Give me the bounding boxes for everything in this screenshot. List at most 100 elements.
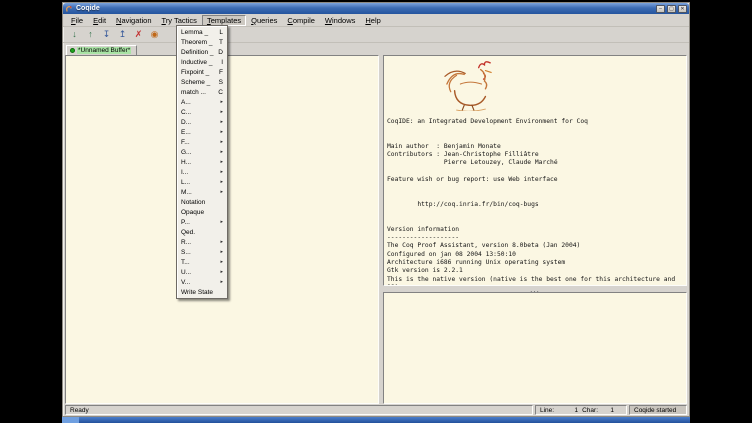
go-to-cursor-button[interactable]: ↧ — [100, 28, 113, 41]
maximize-button[interactable]: ▢ — [667, 5, 676, 13]
menu-item-label: Inductive _ — [181, 59, 212, 66]
status-text: Ready — [70, 407, 89, 414]
templates-menu-item-e[interactable]: E...▸ — [178, 127, 226, 137]
go-to-cursor-icon: ↧ — [103, 28, 111, 41]
menu-windows[interactable]: Windows — [320, 15, 360, 26]
menu-item-label: R... — [181, 239, 191, 246]
toolbar: ↓ ↑ ↧ ↥ ✗ ◉ — [63, 27, 689, 43]
menu-item-label: G... — [181, 149, 191, 156]
line-value: 1 — [554, 407, 578, 414]
templates-menu-popup: Lemma _LTheorem _TDefinition _DInductive… — [176, 25, 228, 299]
templates-menu-item-notation[interactable]: Notation — [178, 197, 226, 207]
menu-help[interactable]: Help — [360, 15, 385, 26]
interrupt-button[interactable]: ✗ — [132, 28, 145, 41]
go-to-start-button[interactable]: ↥ — [116, 28, 129, 41]
templates-menu-item-lemma[interactable]: Lemma _L — [178, 27, 226, 37]
menu-item-label: Definition _ — [181, 49, 214, 56]
buffer-status-led-icon — [70, 48, 75, 53]
go-forward-icon: ↓ — [72, 28, 77, 41]
menu-compile[interactable]: Compile — [282, 15, 320, 26]
submenu-arrow-icon: ▸ — [220, 249, 223, 255]
menu-item-label: S... — [181, 249, 191, 256]
close-icon: ✕ — [680, 6, 684, 12]
menu-item-label: P... — [181, 219, 190, 226]
templates-menu-item-t[interactable]: T... ▸ — [178, 257, 226, 267]
maximize-icon: ▢ — [669, 6, 674, 12]
templates-menu-item-r[interactable]: R...▸ — [178, 237, 226, 247]
tab-row: *Unnamed Buffer* — [63, 43, 689, 55]
menu-templates[interactable]: Templates — [202, 15, 246, 26]
minimize-button[interactable]: – — [656, 5, 665, 13]
menu-shortcut: D — [218, 49, 223, 56]
menu-item-label: L... — [181, 179, 190, 186]
submenu-arrow-icon: ▸ — [220, 149, 223, 155]
coq-rooster-logo-icon — [441, 59, 683, 116]
menu-try-tactics[interactable]: Try Tactics — [157, 15, 202, 26]
window-controls: –▢ ✕ — [656, 5, 687, 13]
submenu-arrow-icon: ▸ — [220, 159, 223, 165]
templates-menu-item-fixpoint[interactable]: Fixpoint _F — [178, 67, 226, 77]
menu-edit[interactable]: Edit — [88, 15, 111, 26]
coqide-window: Coqide –▢ ✕ FileEditNavigationTry Tactics… — [62, 2, 690, 417]
templates-menu-item-l[interactable]: L... ▸ — [178, 177, 226, 187]
tab-unnamed-buffer[interactable]: *Unnamed Buffer* — [66, 45, 137, 55]
templates-menu-item-write-state[interactable]: Write State — [178, 287, 226, 297]
templates-menu-item-qed[interactable]: Qed. — [178, 227, 226, 237]
menu-item-label: match ... — [181, 89, 206, 96]
statusbar-message: Coqide started — [629, 405, 687, 415]
menu-item-label: Scheme _ — [181, 79, 210, 86]
submenu-arrow-icon: ▸ — [220, 99, 223, 105]
templates-menu-item-p[interactable]: P... ▸ — [178, 217, 226, 227]
go-backward-button[interactable]: ↑ — [84, 28, 97, 41]
about-button[interactable]: ◉ — [148, 28, 161, 41]
menu-file[interactable]: File — [66, 15, 88, 26]
menu-navigation[interactable]: Navigation — [111, 15, 156, 26]
templates-menu-item-c[interactable]: C...▸ — [178, 107, 226, 117]
templates-menu-item-scheme[interactable]: Scheme _ S — [178, 77, 226, 87]
templates-menu-item-opaque[interactable]: Opaque — [178, 207, 226, 217]
templates-menu-item-a[interactable]: A...▸ — [178, 97, 226, 107]
desktop-background: Coqide –▢ ✕ FileEditNavigationTry Tactics… — [0, 0, 752, 423]
menu-item-label: T... — [181, 259, 190, 266]
go-to-start-icon: ↥ — [119, 28, 127, 41]
status-ready-cell: Ready — [65, 405, 533, 415]
line-label: Line: — [540, 407, 554, 414]
templates-menu-item-f[interactable]: F...▸ — [178, 137, 226, 147]
templates-menu-item-match[interactable]: match ...C — [178, 87, 226, 97]
templates-menu-item-v[interactable]: V...▸ — [178, 277, 226, 287]
submenu-arrow-icon: ▸ — [220, 259, 223, 265]
menu-item-label: Notation — [181, 199, 205, 206]
templates-menu-item-s[interactable]: S... ▸ — [178, 247, 226, 257]
menubar: FileEditNavigationTry TacticsTemplatesQu… — [63, 14, 689, 27]
templates-menu-item-u[interactable]: U...▸ — [178, 267, 226, 277]
menu-shortcut: I — [221, 59, 223, 66]
templates-menu-item-definition[interactable]: Definition _ D — [178, 47, 226, 57]
cursor-position-cell: Line: 1 Char: 1 — [535, 405, 627, 415]
menu-queries[interactable]: Queries — [246, 15, 282, 26]
submenu-arrow-icon: ▸ — [220, 179, 223, 185]
statusbar: Ready Line: 1 Char: 1 Coqide started — [63, 404, 689, 416]
taskbar-item[interactable] — [62, 417, 79, 423]
message-pane[interactable] — [383, 292, 687, 404]
menu-item-label: Opaque — [181, 209, 204, 216]
window-title: Coqide — [76, 4, 100, 13]
submenu-arrow-icon: ▸ — [220, 219, 223, 225]
templates-menu-item-g[interactable]: G... ▸ — [178, 147, 226, 157]
templates-menu-item-h[interactable]: H... ▸ — [178, 157, 226, 167]
templates-menu-item-m[interactable]: M...▸ — [178, 187, 226, 197]
submenu-arrow-icon: ▸ — [220, 129, 223, 135]
templates-menu-item-theorem[interactable]: Theorem _T — [178, 37, 226, 47]
close-button[interactable]: ✕ — [678, 5, 687, 13]
titlebar[interactable]: Coqide –▢ ✕ — [63, 3, 689, 14]
templates-menu-item-inductive[interactable]: Inductive _ I — [178, 57, 226, 67]
menu-shortcut: L — [219, 29, 223, 36]
about-icon: ◉ — [151, 28, 159, 41]
go-forward-button[interactable]: ↓ — [68, 28, 81, 41]
templates-menu-item-d[interactable]: D...▸ — [178, 117, 226, 127]
menu-shortcut: S — [219, 79, 223, 86]
goal-pane[interactable]: CoqIDE: an Integrated Development Enviro… — [383, 55, 687, 286]
taskbar[interactable] — [62, 417, 690, 423]
menu-item-label: H... — [181, 159, 191, 166]
char-value: 1 — [598, 407, 614, 414]
templates-menu-item-i[interactable]: I...▸ — [178, 167, 226, 177]
